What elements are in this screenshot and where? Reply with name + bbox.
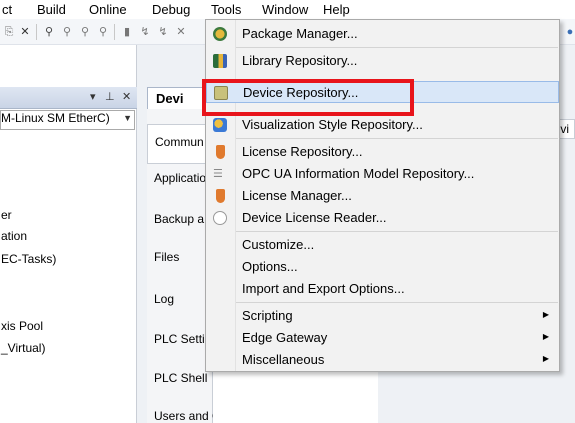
menu-item-opcua-repository[interactable]: ☰ OPC UA Information Model Repository...	[206, 163, 559, 185]
tab-plc-settings[interactable]: PLC Setti	[147, 332, 213, 346]
paste-icon[interactable]: ⎘	[2, 25, 16, 39]
menu-item-label: OPC UA Information Model Repository...	[242, 166, 475, 181]
menu-tools[interactable]: Tools	[211, 2, 241, 17]
find-prev-icon[interactable]: ⚲	[78, 25, 92, 39]
pin-icon[interactable]: ⊥	[105, 90, 115, 103]
menu-item-label: Options...	[242, 259, 298, 274]
menu-item-label: Edge Gateway	[242, 330, 328, 345]
menu-item-library-repository[interactable]: Library Repository...	[206, 50, 559, 72]
menu-item-label: Import and Export Options...	[242, 281, 405, 296]
menu-item-visualization-style-repository[interactable]: Visualization Style Repository...	[206, 114, 559, 136]
menu-item-device-license-reader[interactable]: Device License Reader...	[206, 207, 559, 229]
close-icon[interactable]: ✕	[122, 90, 131, 103]
menu-debug[interactable]: Debug	[152, 2, 190, 17]
tree-item-tasks[interactable]: EC-Tasks)	[1, 252, 56, 266]
menu-item-license-manager[interactable]: License Manager...	[206, 185, 559, 207]
menu-item-label: Customize...	[242, 237, 315, 252]
visualization-icon	[213, 118, 227, 132]
menu-bar: ct Build Online Debug Tools Window Help	[0, 0, 575, 19]
annotation-highlight-box	[202, 79, 414, 116]
chevron-down-icon: ▼	[123, 113, 132, 123]
license-icon	[216, 189, 225, 203]
tab-backup-restore[interactable]: Backup a	[147, 212, 213, 226]
bookmark-next-icon[interactable]: ↯	[138, 25, 152, 39]
bookmark-prev-icon[interactable]: ↯	[156, 25, 170, 39]
tab-communication[interactable]: Commun	[147, 124, 213, 164]
submenu-arrow-icon: ▶	[542, 310, 549, 319]
toolbar-overflow-icon[interactable]: ●	[563, 25, 575, 39]
menu-item-options[interactable]: Options...	[206, 256, 559, 278]
device-vertical-tabs: Commun Applicatio Backup a Files Log PLC…	[147, 109, 251, 423]
tree-item-configuration[interactable]: ation	[1, 229, 27, 243]
find-next-icon[interactable]: ⚲	[60, 25, 74, 39]
bookmark-icon[interactable]: ▮	[120, 25, 134, 39]
delete-icon[interactable]: ✕	[18, 25, 32, 39]
tab-applications[interactable]: Applicatio	[147, 171, 213, 185]
toolbar-separator	[36, 24, 37, 40]
tab-log[interactable]: Log	[147, 292, 213, 306]
bookmark-clear-icon[interactable]: ✕	[174, 25, 188, 39]
tree-item-virtual-axis[interactable]: _Virtual)	[1, 341, 45, 355]
menu-item-customize[interactable]: Customize...	[206, 234, 559, 256]
menu-item-label: Miscellaneous	[242, 352, 325, 367]
submenu-arrow-icon: ▶	[542, 354, 549, 363]
menu-project[interactable]: ct	[2, 2, 12, 17]
opcua-icon: ☰	[213, 168, 223, 180]
tree-item-manager[interactable]: er	[1, 208, 12, 222]
menu-item-label: Scripting	[242, 308, 293, 323]
tree-item-plc[interactable]: M-Linux SM EtherC)	[1, 111, 110, 125]
find-icon[interactable]: ⚲	[42, 25, 56, 39]
menu-item-label: License Manager...	[242, 188, 352, 203]
menu-separator	[236, 302, 558, 303]
panel-menu-icon[interactable]: ▾	[90, 90, 96, 103]
tree-item-axis-pool[interactable]: xis Pool	[1, 319, 43, 333]
menu-separator	[236, 138, 558, 139]
menu-item-license-repository[interactable]: License Repository...	[206, 141, 559, 163]
menu-build[interactable]: Build	[37, 2, 66, 17]
submenu-arrow-icon: ▶	[542, 332, 549, 341]
menu-item-import-export-options[interactable]: Import and Export Options...	[206, 278, 559, 300]
menu-separator	[236, 47, 558, 48]
menu-window[interactable]: Window	[262, 2, 308, 17]
menu-item-label: Device License Reader...	[242, 210, 387, 225]
menu-help[interactable]: Help	[323, 2, 350, 17]
reader-icon	[213, 211, 227, 225]
toolbar-separator	[114, 24, 115, 40]
menu-item-label: License Repository...	[242, 144, 363, 159]
tab-files[interactable]: Files	[147, 250, 213, 264]
menu-item-package-manager[interactable]: Package Manager...	[206, 23, 559, 45]
menu-item-miscellaneous[interactable]: Miscellaneous ▶	[206, 349, 559, 371]
replace-icon[interactable]: ⚲	[96, 25, 110, 39]
tools-menu: Package Manager... Library Repository...…	[205, 19, 560, 372]
package-icon	[213, 27, 227, 41]
menu-item-label: Library Repository...	[242, 53, 358, 68]
menu-item-label: Package Manager...	[242, 26, 358, 41]
menu-item-scripting[interactable]: Scripting ▶	[206, 305, 559, 327]
menu-online[interactable]: Online	[89, 2, 127, 17]
menu-item-edge-gateway[interactable]: Edge Gateway ▶	[206, 327, 559, 349]
library-icon	[213, 54, 227, 68]
tab-plc-shell[interactable]: PLC Shell	[147, 371, 213, 385]
menu-item-label: Visualization Style Repository...	[242, 117, 423, 132]
panel-header: ▾ ⊥ ✕	[0, 87, 137, 109]
license-icon	[216, 145, 225, 159]
menu-separator	[236, 231, 558, 232]
